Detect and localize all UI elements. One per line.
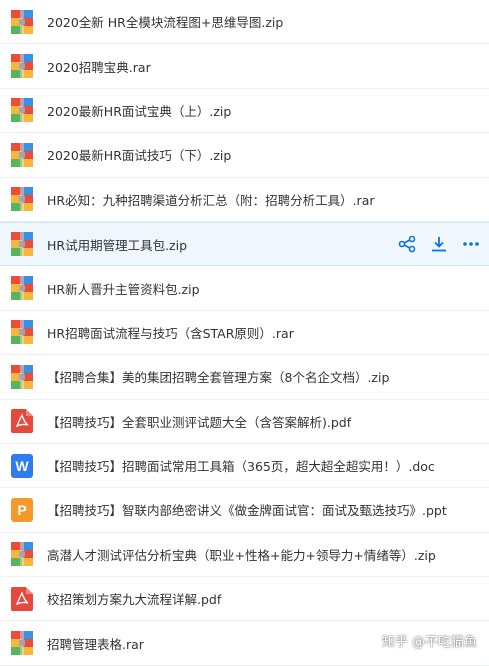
file-row[interactable]: HR试用期管理工具包.zip bbox=[0, 221, 489, 267]
download-button[interactable] bbox=[429, 234, 449, 254]
archive-icon bbox=[11, 142, 33, 167]
file-row[interactable]: HR必知：九种招聘渠道分析汇总（附：招聘分析工具）.rar bbox=[0, 178, 489, 222]
file-name[interactable]: HR招聘面试流程与技巧（含STAR原则）.rar bbox=[47, 323, 294, 342]
file-row[interactable]: P 【招聘技巧】智联内部绝密讲义《做金牌面试官：面试及甄选技巧》.ppt bbox=[0, 488, 489, 533]
file-row[interactable]: 校招策划方案九大流程详解.pdf bbox=[0, 577, 489, 622]
file-name[interactable]: 2020最新HR面试技巧（下）.zip bbox=[47, 145, 231, 164]
archive-icon bbox=[11, 631, 33, 656]
file-name[interactable]: HR必知：九种招聘渠道分析汇总（附：招聘分析工具）.rar bbox=[47, 190, 375, 209]
ppt-icon: P bbox=[11, 497, 33, 522]
file-name[interactable]: 2020招聘宝典.rar bbox=[47, 57, 151, 76]
file-name[interactable]: 【招聘技巧】全套职业测评试题大全（含答案解析).pdf bbox=[47, 412, 351, 431]
file-name[interactable]: 2020最新HR面试宝典（上）.zip bbox=[47, 101, 231, 120]
file-name[interactable]: 2020全新 HR全模块流程图+思维导图.zip bbox=[47, 12, 283, 31]
archive-icon bbox=[11, 320, 33, 345]
archive-icon bbox=[11, 98, 33, 123]
more-icon bbox=[462, 235, 480, 253]
file-name[interactable]: HR新人晋升主管资料包.zip bbox=[47, 279, 200, 298]
archive-icon bbox=[11, 276, 33, 301]
archive-icon bbox=[11, 54, 33, 79]
download-icon bbox=[430, 235, 448, 253]
file-name[interactable]: 【招聘合集】美的集团招聘全套管理方案（8个名企文档）.zip bbox=[47, 367, 389, 386]
file-row[interactable]: 2020全新 HR全模块流程图+思维导图.zip bbox=[0, 0, 489, 45]
file-row[interactable]: HR招聘面试流程与技巧（含STAR原则）.rar bbox=[0, 311, 489, 356]
file-row[interactable]: 【招聘合集】美的集团招聘全套管理方案（8个名企文档）.zip bbox=[0, 355, 489, 400]
file-name[interactable]: 招聘管理表格.rar bbox=[47, 634, 144, 653]
svg-text:W: W bbox=[15, 458, 29, 474]
watermark: 知乎 @不吃猫鱼 bbox=[381, 635, 477, 650]
file-row[interactable]: 高潜人才测试评估分析宝典（职业+性格+能力+领导力+情绪等）.zip bbox=[0, 533, 489, 578]
archive-icon bbox=[11, 364, 33, 389]
archive-icon bbox=[11, 542, 33, 567]
file-row[interactable]: 2020最新HR面试宝典（上）.zip bbox=[0, 89, 489, 134]
file-name[interactable]: HR试用期管理工具包.zip bbox=[47, 235, 187, 254]
word-icon: W bbox=[11, 453, 33, 478]
file-list: 2020全新 HR全模块流程图+思维导图.zip 2020招聘宝典.rar 2020… bbox=[0, 0, 489, 666]
pdf-icon bbox=[11, 409, 33, 434]
archive-icon bbox=[11, 9, 33, 34]
file-row[interactable]: 2020最新HR面试技巧（下）.zip bbox=[0, 133, 489, 178]
file-name[interactable]: 【招聘技巧】招聘面试常用工具箱（365页，超大超全超实用！）.doc bbox=[47, 456, 435, 475]
pdf-icon bbox=[11, 586, 33, 611]
file-name[interactable]: 高潜人才测试评估分析宝典（职业+性格+能力+领导力+情绪等）.zip bbox=[47, 545, 436, 564]
file-name[interactable]: 【招聘技巧】智联内部绝密讲义《做金牌面试官：面试及甄选技巧》.ppt bbox=[47, 500, 447, 519]
file-row[interactable]: W 【招聘技巧】招聘面试常用工具箱（365页，超大超全超实用！）.doc bbox=[0, 444, 489, 489]
file-name[interactable]: 校招策划方案九大流程详解.pdf bbox=[47, 589, 221, 608]
file-row[interactable]: HR新人晋升主管资料包.zip bbox=[0, 266, 489, 311]
file-row[interactable]: 2020招聘宝典.rar bbox=[0, 44, 489, 89]
share-icon bbox=[398, 235, 416, 253]
row-actions bbox=[385, 234, 481, 254]
share-button[interactable] bbox=[397, 234, 417, 254]
archive-icon bbox=[11, 232, 33, 257]
archive-icon bbox=[11, 187, 33, 212]
more-button[interactable] bbox=[461, 234, 481, 254]
svg-text:P: P bbox=[17, 502, 26, 518]
file-row[interactable]: 【招聘技巧】全套职业测评试题大全（含答案解析).pdf bbox=[0, 400, 489, 444]
